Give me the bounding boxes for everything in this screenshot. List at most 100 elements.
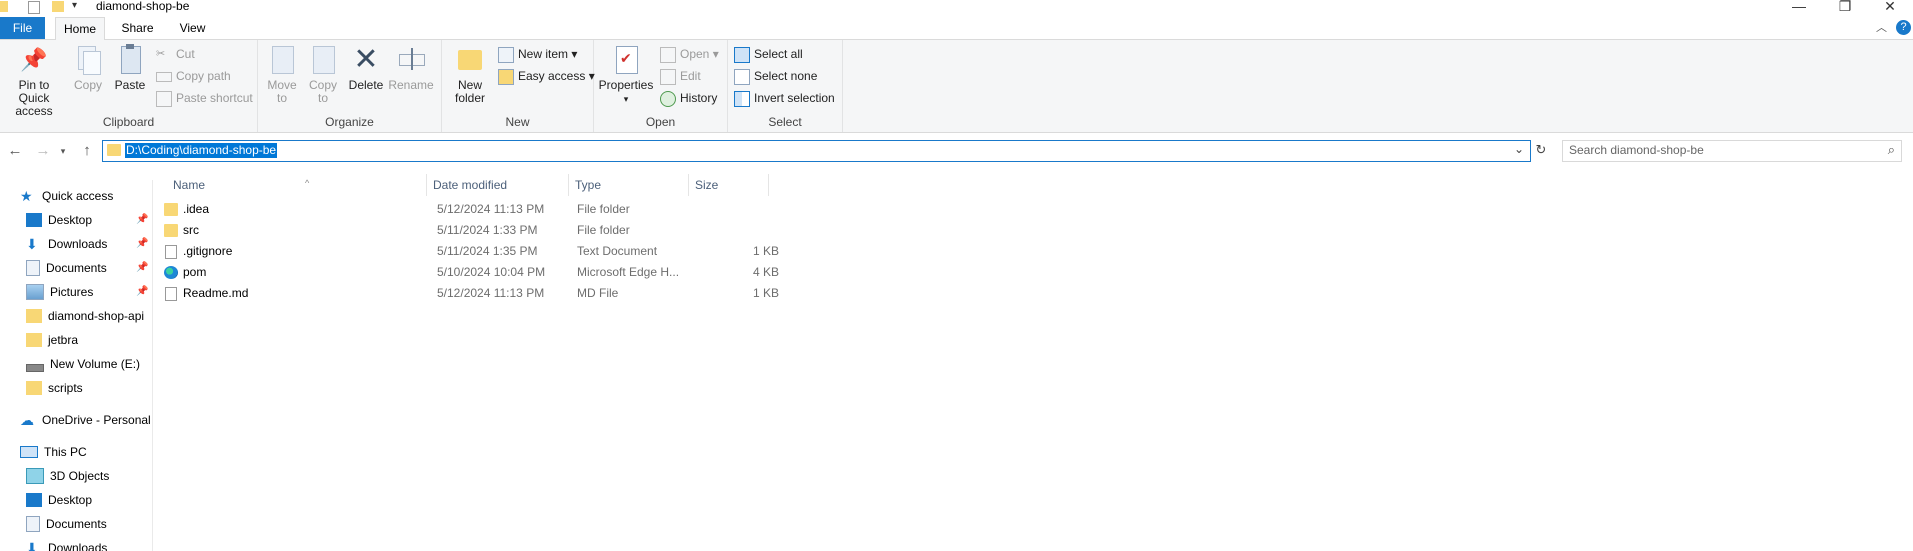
paste-button[interactable]: Paste: [110, 44, 150, 92]
file-row[interactable]: src 5/11/2024 1:33 PM File folder: [164, 220, 789, 241]
file-type: File folder: [577, 223, 630, 237]
star-icon: ★: [20, 187, 33, 204]
rename-button[interactable]: Rename: [388, 44, 434, 92]
folder-icon: [107, 144, 121, 156]
nav-item-desktop[interactable]: Desktop: [26, 210, 92, 230]
search-input[interactable]: Search diamond-shop-be ⌕: [1562, 140, 1902, 162]
nav-item-label: 3D Objects: [50, 469, 110, 483]
tab-share[interactable]: Share: [115, 17, 160, 39]
nav-quick-access[interactable]: ★ Quick access: [20, 186, 113, 206]
nav-item-documents[interactable]: Documents: [26, 258, 107, 278]
collapse-ribbon-icon[interactable]: ︿: [1876, 19, 1887, 35]
copy-label: Copy: [73, 78, 102, 92]
nav-item-pictures[interactable]: Pictures: [26, 282, 93, 302]
ribbon: 📌 Pin to Quick access Copy Paste ✂ Cut C…: [0, 40, 1913, 133]
select-none-button[interactable]: Select none: [734, 66, 817, 86]
copy-button[interactable]: Copy: [70, 44, 106, 92]
pin-icon: 📌: [136, 286, 149, 297]
nav-item-jetbra[interactable]: jetbra: [26, 330, 78, 350]
up-arrow-icon[interactable]: ↑: [76, 142, 98, 159]
file-row[interactable]: pom 5/10/2024 10:04 PM Microsoft Edge H.…: [164, 262, 789, 283]
tab-home[interactable]: Home: [55, 17, 105, 41]
rename-label: Rename: [388, 78, 434, 92]
select-all-button[interactable]: Select all: [734, 44, 803, 64]
address-path[interactable]: D:\Coding\diamond-shop-be: [125, 143, 278, 158]
refresh-icon[interactable]: ↻: [1533, 140, 1549, 160]
address-field[interactable]: D:\Coding\diamond-shop-be ⌄: [102, 140, 1531, 162]
select-none-label: Select none: [754, 69, 818, 83]
nav-item-diamond-shop-api[interactable]: diamond-shop-api: [26, 306, 144, 326]
minimize-button[interactable]: —: [1776, 0, 1822, 14]
column-header-type[interactable]: Type: [569, 174, 689, 196]
edit-icon: [660, 69, 676, 85]
recent-locations-icon[interactable]: ▾: [52, 146, 74, 157]
nav-this-pc[interactable]: This PC: [20, 442, 87, 462]
close-button[interactable]: ✕: [1867, 0, 1913, 15]
nav-item-pc-documents[interactable]: Documents: [26, 514, 107, 534]
column-header-date[interactable]: Date modified: [427, 174, 569, 196]
file-row[interactable]: Readme.md 5/12/2024 11:13 PM MD File 1 K…: [165, 283, 789, 304]
documents-icon: [26, 259, 40, 276]
invert-selection-label: Invert selection: [754, 91, 835, 105]
paste-icon: [114, 44, 146, 76]
paste-shortcut-label: Paste shortcut: [176, 91, 253, 105]
nav-item-downloads[interactable]: ⬇ Downloads: [26, 234, 107, 254]
cut-button[interactable]: ✂ Cut: [156, 44, 195, 64]
column-header-size[interactable]: Size: [689, 174, 769, 196]
move-to-button[interactable]: Move to: [264, 44, 300, 105]
new-folder-quick-icon[interactable]: [52, 1, 64, 12]
copy-path-label: Copy path: [176, 69, 231, 83]
file-size: 1 KB: [752, 244, 779, 258]
file-row[interactable]: .idea 5/12/2024 11:13 PM File folder: [164, 199, 789, 220]
properties-quick-icon[interactable]: [28, 1, 40, 14]
tab-file[interactable]: File: [0, 17, 45, 39]
column-size-label: Size: [695, 178, 719, 192]
nav-onedrive-label: OneDrive - Personal: [42, 413, 151, 427]
nav-item-label: scripts: [48, 381, 83, 395]
back-arrow-icon[interactable]: ←: [4, 142, 26, 159]
nav-item-3d-objects[interactable]: 3D Objects: [26, 466, 109, 486]
edit-button[interactable]: Edit: [660, 66, 701, 86]
open-button[interactable]: Open ▾: [660, 44, 719, 64]
download-arrow-icon: ⬇: [26, 539, 38, 551]
copy-to-button[interactable]: Copy to: [304, 44, 342, 105]
folder-icon: [164, 224, 178, 237]
customize-toolbar-icon[interactable]: ▾: [72, 0, 86, 14]
file-row[interactable]: .gitignore 5/11/2024 1:35 PM Text Docume…: [165, 241, 789, 262]
edge-icon: [164, 266, 178, 279]
nav-item-new-volume[interactable]: New Volume (E:): [26, 354, 140, 374]
delete-button[interactable]: ✕ Delete: [346, 44, 386, 92]
tab-view[interactable]: View: [170, 17, 215, 39]
help-icon[interactable]: ?: [1896, 20, 1911, 35]
column-type-label: Type: [575, 178, 602, 192]
invert-selection-button[interactable]: Invert selection: [734, 88, 835, 108]
delete-label: Delete: [348, 78, 384, 92]
file-date: 5/10/2024 10:04 PM: [437, 265, 546, 279]
nav-item-pc-desktop[interactable]: Desktop: [26, 490, 92, 510]
easy-access-button[interactable]: Easy access ▾: [498, 66, 595, 86]
edit-label: Edit: [680, 69, 701, 83]
copy-path-button[interactable]: Copy path: [156, 66, 231, 86]
column-header-name[interactable]: Name ^: [167, 174, 427, 196]
paste-label: Paste: [114, 78, 146, 92]
forward-arrow-icon[interactable]: →: [32, 142, 54, 159]
nav-item-pc-downloads[interactable]: ⬇ Downloads: [26, 538, 107, 551]
nav-item-scripts[interactable]: scripts: [26, 378, 83, 398]
address-dropdown-icon[interactable]: ⌄: [1514, 142, 1524, 156]
copy-to-label: Copy to: [308, 78, 337, 105]
new-group: New folder New item ▾ Easy access ▾ New: [442, 40, 595, 132]
nav-onedrive[interactable]: ☁ OneDrive - Personal: [20, 410, 151, 430]
properties-button[interactable]: ✔ Properties ▾: [598, 44, 654, 106]
file-name: src: [183, 223, 199, 237]
nav-item-label: Documents: [46, 517, 107, 531]
pin-icon: 📌: [136, 262, 149, 273]
pin-to-quick-access-button[interactable]: 📌 Pin to Quick access: [2, 44, 66, 118]
maximize-button[interactable]: ❐: [1822, 0, 1868, 15]
paste-shortcut-button[interactable]: Paste shortcut: [156, 88, 253, 108]
delete-x-icon: ✕: [353, 43, 379, 76]
new-folder-button[interactable]: New folder: [448, 44, 492, 105]
nav-item-label: Documents: [46, 261, 107, 275]
new-item-button[interactable]: New item ▾: [498, 44, 577, 64]
history-button[interactable]: History: [660, 88, 717, 108]
cloud-icon: ☁: [20, 411, 34, 428]
